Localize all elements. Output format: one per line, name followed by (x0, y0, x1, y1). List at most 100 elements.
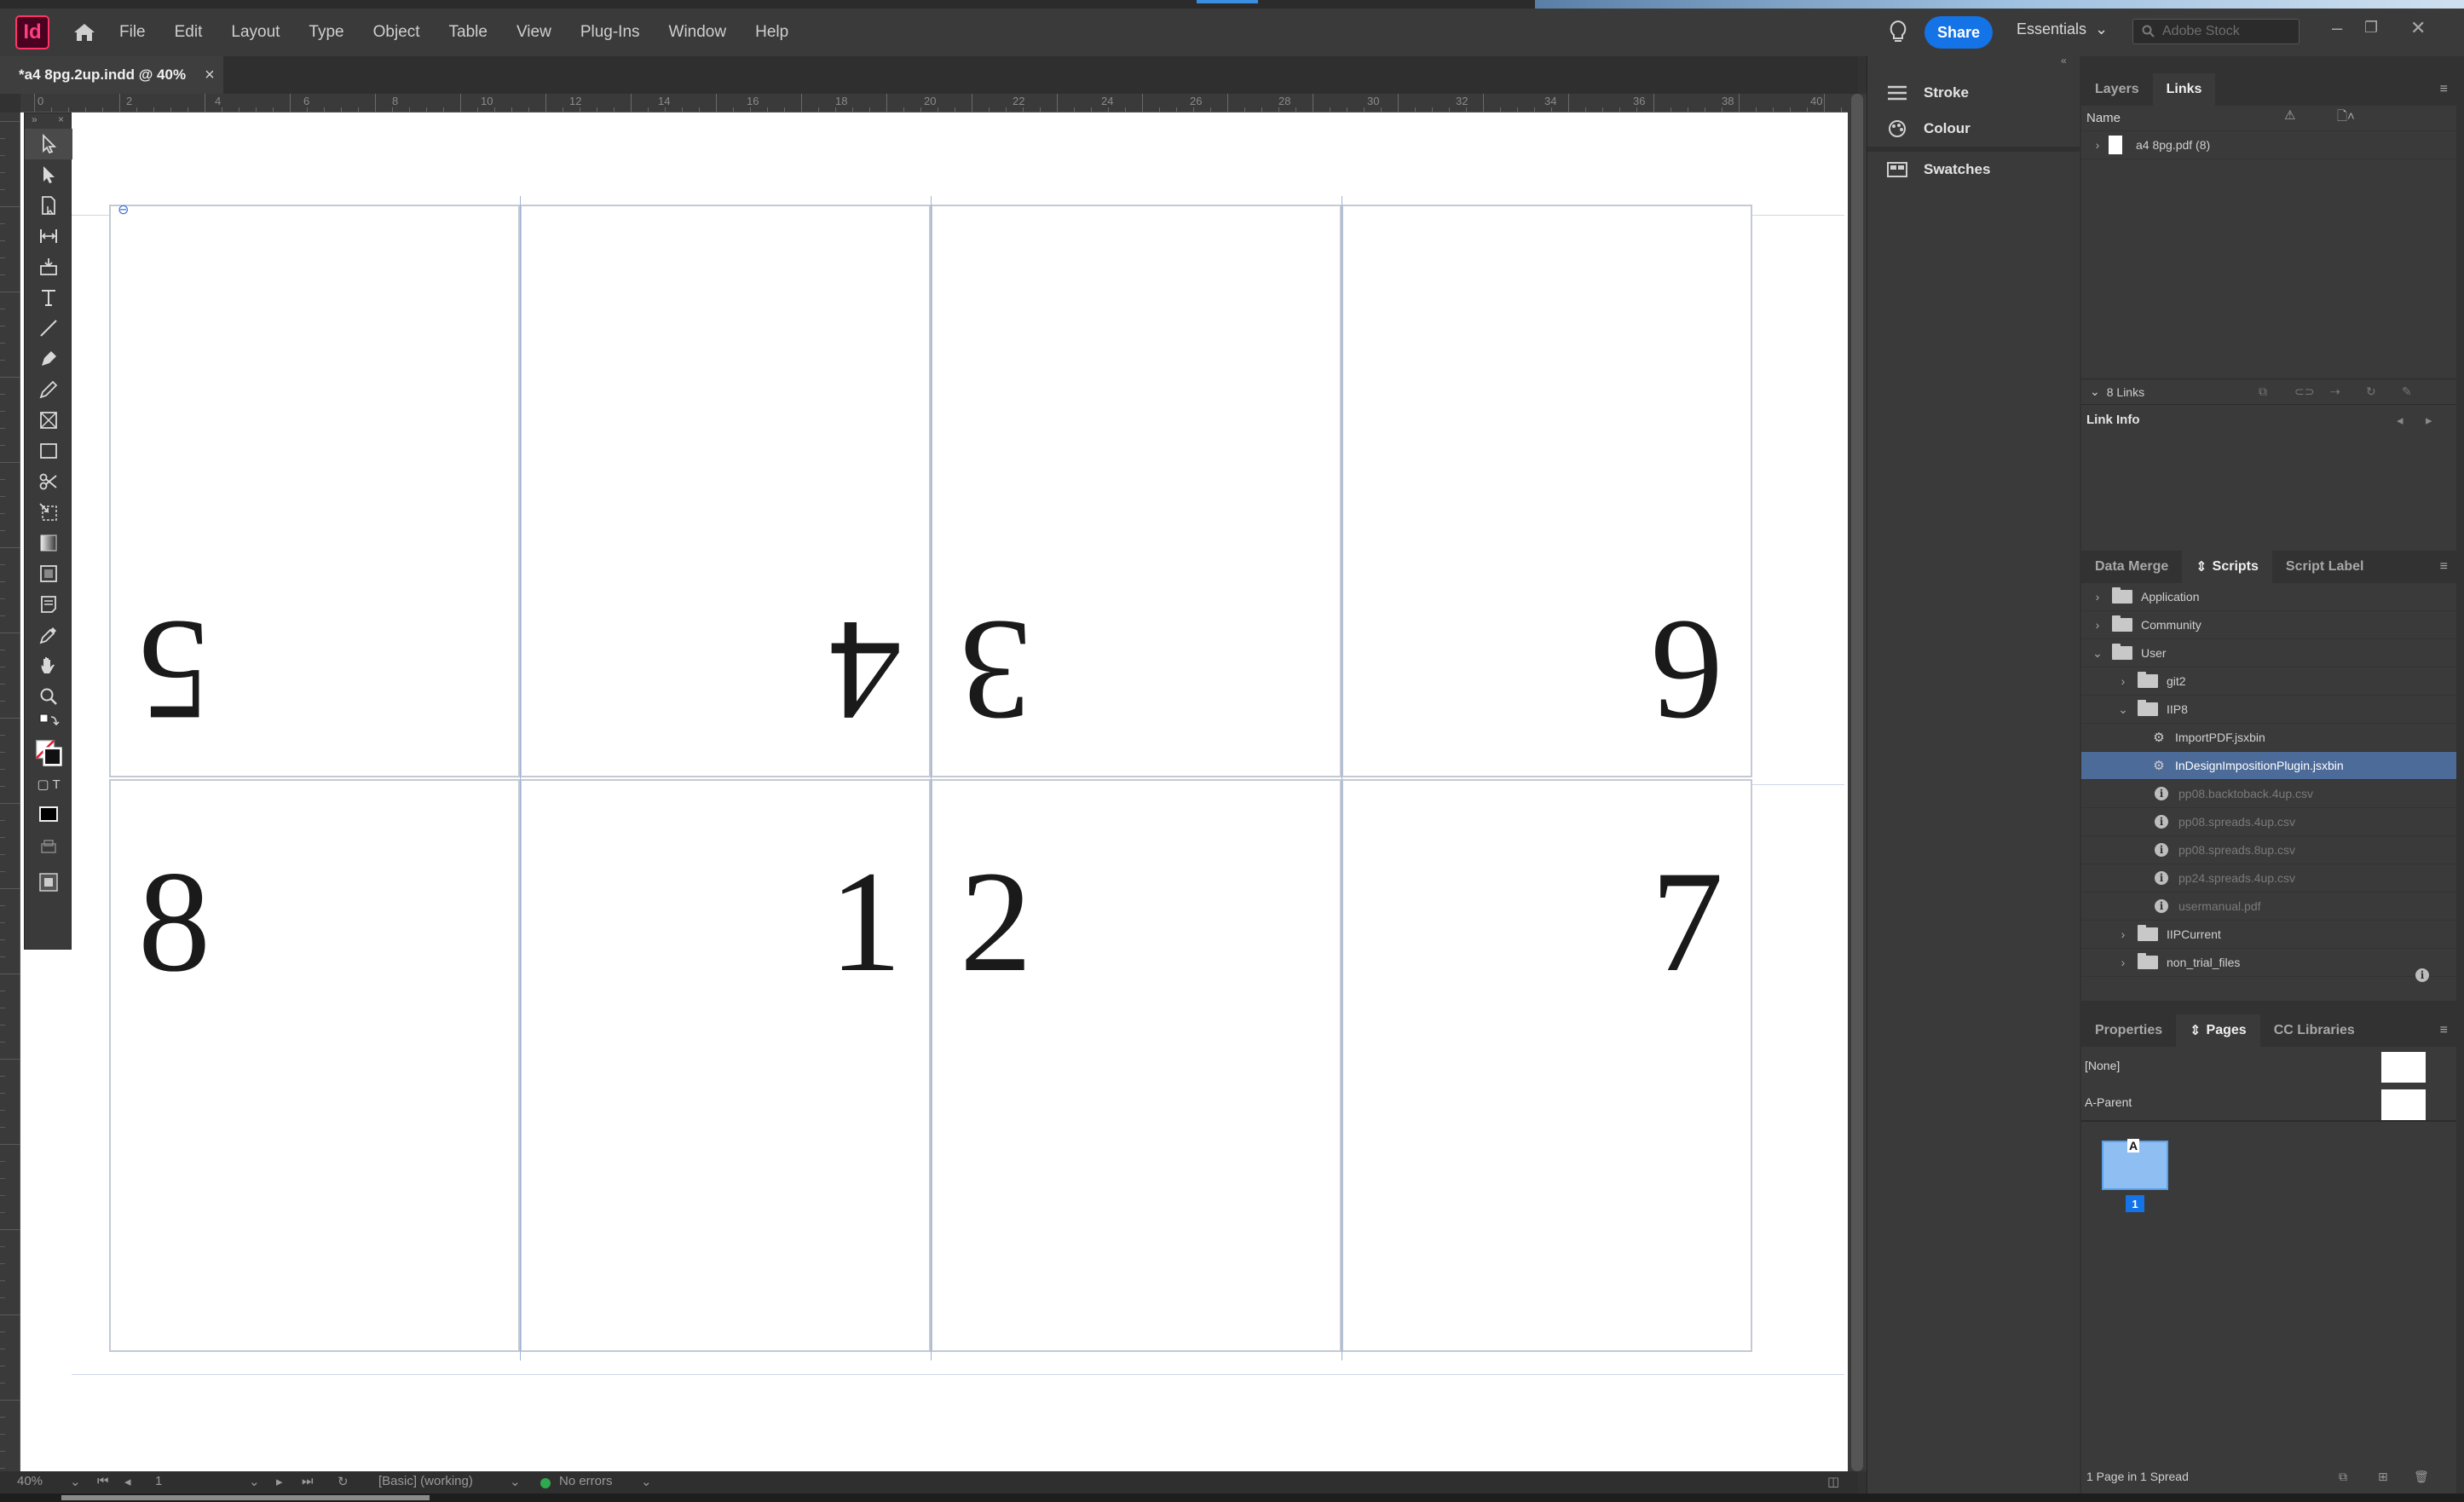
next-page-icon[interactable]: ▸ (276, 1474, 283, 1489)
script-folder[interactable]: ⌄ IIP8 (2081, 696, 2456, 724)
default-fill-stroke[interactable] (25, 712, 72, 734)
formatting-container-toggle[interactable]: ▢ T (25, 771, 72, 797)
share-button[interactable]: Share (1924, 16, 1993, 49)
rectangle-tool[interactable] (25, 436, 72, 466)
free-transform-tool[interactable] (25, 497, 72, 528)
relink-folder-icon[interactable]: ⧉ (2259, 384, 2267, 399)
chevron-right-icon[interactable]: › (2117, 956, 2129, 969)
page-size-icon[interactable]: ⧉ (2339, 1470, 2347, 1484)
expand-icon[interactable]: » (32, 113, 38, 129)
zoom-tool[interactable] (25, 681, 72, 712)
parent-a-thumbnail[interactable] (2381, 1089, 2426, 1120)
tab-links[interactable]: Links (2152, 73, 2216, 106)
preview-mode-button[interactable] (25, 865, 72, 899)
script-folder[interactable]: › Application (2081, 583, 2456, 611)
menu-table[interactable]: Table (449, 23, 488, 42)
tab-data-merge[interactable]: Data Merge (2081, 551, 2182, 583)
chevron-down-icon[interactable]: ⌄ (2090, 384, 2100, 399)
script-item[interactable]: i pp08.spreads.4up.csv (2081, 808, 2456, 836)
menu-file[interactable]: File (119, 23, 146, 42)
eyedropper-tool[interactable] (25, 620, 72, 650)
menu-help[interactable]: Help (755, 23, 788, 42)
home-icon[interactable] (72, 20, 97, 45)
content-collector-tool[interactable] (25, 251, 72, 282)
gap-tool[interactable] (25, 221, 72, 251)
previous-page-icon[interactable]: ◂ (124, 1474, 131, 1489)
page-cell[interactable]: 1 (520, 779, 931, 1352)
menu-view[interactable]: View (516, 23, 551, 42)
workspace-switcher[interactable]: Essentials ⌄ (2017, 20, 2108, 38)
canvas-scrollbar[interactable] (1848, 94, 1867, 1471)
menu-window[interactable]: Window (669, 23, 727, 42)
page-column-icon[interactable]: 🗋˄ (2337, 107, 2355, 129)
sync-icon[interactable]: ↻ (338, 1474, 349, 1489)
chevron-right-icon[interactable]: › (2092, 618, 2103, 632)
parent-none-thumbnail[interactable] (2381, 1052, 2426, 1083)
page-1-thumbnail[interactable]: A (2102, 1139, 2168, 1190)
chevron-down-icon[interactable]: ⌄ (249, 1474, 260, 1489)
preflight-status[interactable]: No errors (559, 1474, 613, 1488)
note-tool[interactable] (25, 589, 72, 620)
zoom-level[interactable]: 40% (17, 1474, 43, 1488)
document-tab[interactable]: *a4 8pg.2up.indd @ 40% × (0, 56, 223, 94)
script-folder[interactable]: › git2 (2081, 667, 2456, 696)
pencil-tool[interactable] (25, 374, 72, 405)
chevron-right-icon[interactable]: › (2117, 927, 2129, 941)
style-status[interactable]: [Basic] (working) (378, 1474, 473, 1488)
panel-menu-icon[interactable]: ≡ (2440, 82, 2448, 97)
column-name[interactable]: Name (2086, 111, 2121, 125)
page-cell[interactable]: 5 (109, 205, 520, 777)
chevron-down-icon[interactable]: ⌄ (510, 1474, 521, 1489)
script-folder[interactable]: › Community (2081, 611, 2456, 639)
delete-page-icon[interactable]: 🗑 (2414, 1470, 2429, 1484)
layout-view-icon[interactable]: ◫ (1827, 1474, 1839, 1489)
lightbulb-icon[interactable] (1885, 19, 1911, 46)
close-icon[interactable]: ✕ (2410, 17, 2426, 39)
script-item[interactable]: i pp24.spreads.4up.csv (2081, 864, 2456, 893)
selection-tool[interactable] (25, 129, 72, 159)
page-cell[interactable]: 3 (931, 205, 1342, 777)
warning-icon[interactable]: ⚠ (2284, 107, 2295, 123)
toolbar-header[interactable]: » × (25, 113, 71, 129)
page-cell[interactable]: 6 (1342, 205, 1752, 777)
type-tool[interactable] (25, 282, 72, 313)
script-folder[interactable]: › non_trial_files (2081, 949, 2456, 977)
tab-cc-libraries[interactable]: CC Libraries (2260, 1014, 2369, 1047)
first-page-icon[interactable]: ⏮ (97, 1474, 109, 1488)
direct-selection-tool[interactable] (25, 159, 72, 190)
tab-scripts[interactable]: ⇕ Scripts (2182, 551, 2272, 583)
goto-link-icon[interactable]: ⇢ (2330, 384, 2340, 399)
page-cell[interactable]: 2 (931, 779, 1342, 1352)
script-item[interactable]: i usermanual.pdf (2081, 893, 2456, 921)
script-item[interactable]: i pp08.backtoback.4up.csv (2081, 780, 2456, 808)
collapse-dock-icon[interactable]: « (2061, 55, 2067, 66)
menu-edit[interactable]: Edit (175, 23, 203, 42)
close-icon[interactable]: × (58, 113, 64, 129)
panel-swatches[interactable]: Swatches (1867, 152, 2080, 188)
minimize-icon[interactable]: – (2332, 17, 2342, 39)
script-folder[interactable]: › IIPCurrent (2081, 921, 2456, 949)
page-cell[interactable]: 7 (1342, 779, 1752, 1352)
scrollbar-thumb[interactable] (1851, 94, 1863, 1471)
script-item[interactable]: i pp08.spreads.8up.csv (2081, 836, 2456, 864)
script-item[interactable]: ⚙ InDesignImpositionPlugin.jsxbin (2081, 752, 2456, 780)
scissors-tool[interactable] (25, 466, 72, 497)
previous-icon[interactable]: ◂ (2397, 413, 2403, 428)
menu-plug-ins[interactable]: Plug-Ins (580, 23, 640, 42)
panel-menu-icon[interactable]: ≡ (2440, 1023, 2448, 1038)
parent-none[interactable]: [None] (2081, 1047, 2456, 1084)
gradient-feather-tool[interactable] (25, 558, 72, 589)
stock-search-field[interactable]: Adobe Stock (2132, 19, 2300, 44)
panel-colour[interactable]: Colour (1867, 111, 2080, 147)
page-tool[interactable] (25, 190, 72, 221)
line-tool[interactable] (25, 313, 72, 344)
horizontal-ruler[interactable]: 0 2 4 6 8 10 12 14 16 18 20 22 24 26 28 30 32 34 36 38 40 (20, 94, 1848, 113)
link-chain-icon[interactable]: ⊂⊃ (2294, 384, 2314, 399)
gradient-swatch-tool[interactable] (25, 528, 72, 558)
chevron-down-icon[interactable]: ⌄ (2117, 702, 2129, 717)
close-tab-icon[interactable]: × (205, 66, 215, 85)
panel-stroke[interactable]: Stroke (1867, 75, 2080, 111)
info-icon[interactable]: i (2415, 968, 2429, 982)
rectangle-frame-tool[interactable] (25, 405, 72, 436)
panel-menu-icon[interactable]: ≡ (2440, 559, 2448, 575)
